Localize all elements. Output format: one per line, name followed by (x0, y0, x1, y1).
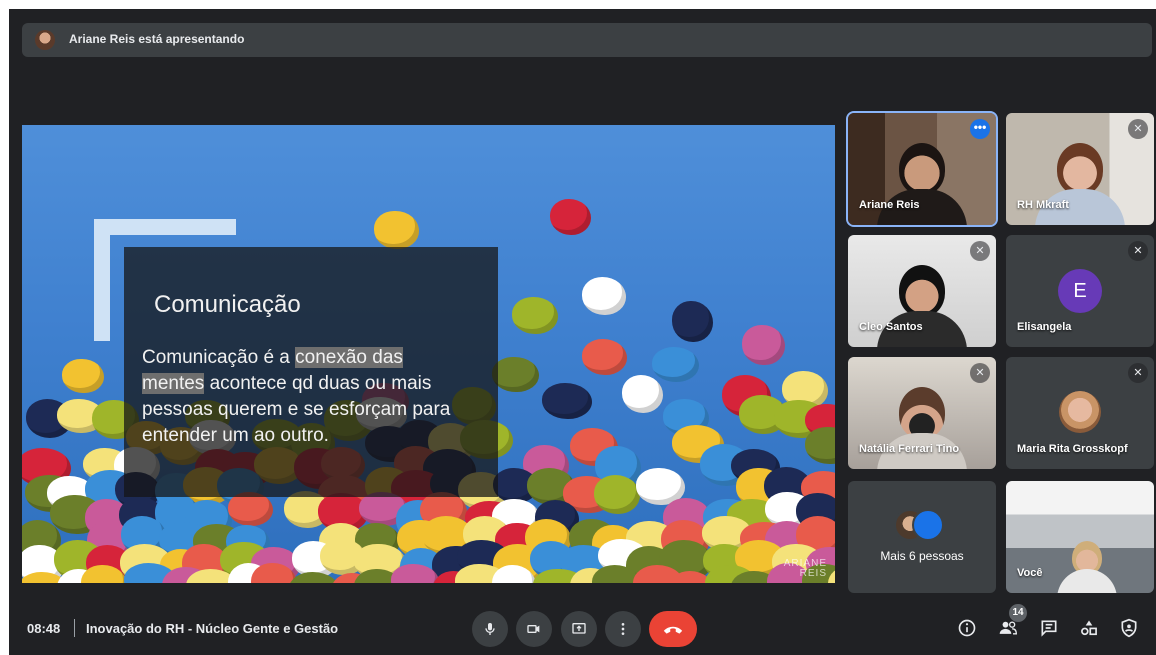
paint-blob (582, 277, 627, 316)
participant-name: Cleo Santos (859, 321, 923, 333)
host-controls-button[interactable] (1117, 616, 1141, 640)
camera-button[interactable] (516, 611, 552, 647)
presenting-label: Ariane Reis está apresentando (69, 32, 245, 46)
participant-video (877, 387, 967, 469)
participant-tile-more-people[interactable]: Mais 6 pessoas (848, 481, 996, 593)
participant-tile-self[interactable]: Você (1006, 481, 1154, 593)
avatar (1059, 391, 1101, 433)
slide-watermark: ARIANE REIS (783, 558, 827, 579)
more-options-button[interactable] (605, 611, 641, 647)
presenter-avatar (35, 30, 55, 50)
mic-off-icon: ✕ (970, 241, 990, 261)
paint-blob (582, 339, 627, 375)
participant-tile-maria-rita-grosskopf[interactable]: ✕ Maria Rita Grosskopf (1006, 357, 1154, 469)
meet-window: Ariane Reis está apresentando Comunicaçã… (9, 9, 1156, 655)
participant-tile-natalia-ferrari-tino[interactable]: ✕ Natália Ferrari Tino (848, 357, 996, 469)
chat-button[interactable] (1037, 616, 1061, 640)
slide-bracket (94, 219, 110, 341)
paint-blob (593, 474, 641, 514)
paint-blob (622, 375, 664, 413)
slide-bracket (94, 219, 236, 235)
participant-name: Natália Ferrari Tino (859, 443, 960, 455)
avatar: E (1058, 269, 1102, 313)
participant-video (1057, 541, 1118, 593)
participant-video (877, 143, 967, 225)
bottom-bar: 08:48 Inovação do RH - Núcleo Gente e Ge… (9, 604, 1156, 655)
meeting-title: Inovação do RH - Núcleo Gente e Gestão (86, 621, 339, 636)
paint-blob (652, 347, 699, 382)
participant-name: Maria Rita Grosskopf (1017, 443, 1128, 455)
participant-tile-ariane-reis[interactable]: ••• Ariane Reis (848, 113, 996, 225)
more-options-icon[interactable]: ••• (970, 119, 990, 139)
paint-blob (742, 325, 785, 366)
divider (74, 619, 75, 637)
more-options-icon (621, 623, 625, 635)
people-count-badge: 14 (1009, 604, 1027, 622)
paint-blob (672, 301, 713, 343)
participant-tile-cleo-santos[interactable]: ✕ Cleo Santos (848, 235, 996, 347)
host-controls-icon (1121, 618, 1137, 638)
participant-name: Você (1017, 567, 1043, 579)
participant-tile-elisangela[interactable]: E ✕ Elisangela (1006, 235, 1154, 347)
present-icon (572, 623, 586, 634)
slide-title: Comunicação (154, 291, 301, 318)
paint-blob (512, 297, 558, 335)
meeting-time: 08:48 (27, 621, 61, 636)
info-button[interactable] (955, 616, 979, 640)
activities-icon (1081, 620, 1097, 636)
slide-text-panel: Comunicação Comunicação é a conexão das m… (124, 247, 498, 497)
participant-tile-rh-mkraft[interactable]: ✕ RH Mkraft (1006, 113, 1154, 225)
chat-icon (1041, 620, 1057, 637)
mic-icon (485, 623, 495, 635)
mic-off-icon: ✕ (1128, 241, 1148, 261)
slide-body: Comunicação é a conexão das mentes aconte… (142, 347, 451, 446)
paint-blob (804, 426, 835, 465)
participant-name: RH Mkraft (1017, 199, 1069, 211)
paint-blob (374, 211, 419, 250)
presenting-banner: Ariane Reis está apresentando (22, 23, 1152, 57)
activities-button[interactable] (1077, 616, 1101, 640)
present-button[interactable] (561, 611, 597, 647)
more-people-label: Mais 6 pessoas (880, 549, 964, 563)
mic-off-icon: ✕ (970, 363, 990, 383)
participant-video (877, 265, 967, 347)
mic-button[interactable] (472, 611, 508, 647)
shared-screen: Comunicação Comunicação é a conexão das m… (22, 125, 835, 583)
paint-blob (492, 357, 539, 393)
avatar (912, 509, 944, 541)
mic-off-icon: ✕ (1128, 363, 1148, 383)
paint-blob (227, 491, 274, 527)
more-people-avatars (894, 509, 954, 541)
participant-video (1035, 143, 1125, 225)
end-call-icon (663, 626, 683, 634)
end-call-button[interactable] (649, 611, 697, 647)
camera-icon (527, 625, 540, 633)
participant-name: Ariane Reis (859, 199, 920, 211)
paint-blob (62, 359, 104, 394)
info-icon (958, 619, 976, 637)
mic-off-icon: ✕ (1128, 119, 1148, 139)
participant-name: Elisangela (1017, 321, 1072, 333)
paint-blob (550, 199, 592, 235)
paint-blob (542, 383, 592, 419)
